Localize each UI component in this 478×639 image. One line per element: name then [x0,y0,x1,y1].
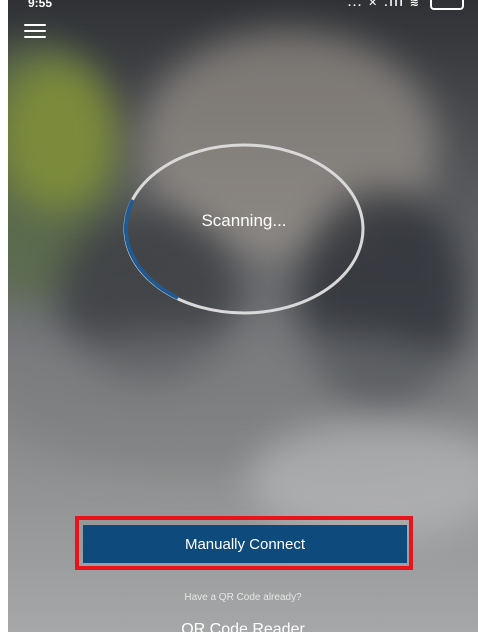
manually-connect-button[interactable]: Manually Connect [83,525,407,563]
scanning-status-text: Scanning... [201,211,287,230]
status-bar: 9:55 ... ✕ .ıll ≋ [8,0,478,14]
status-time: 9:55 [28,0,53,10]
qr-code-prompt: Have a QR Code already? [184,592,302,603]
hamburger-menu-icon[interactable] [24,24,46,40]
battery-icon [430,0,464,11]
qr-code-reader-link[interactable]: QR Code Reader [8,621,478,639]
status-icons: ... ✕ .ıll ≋ [347,0,464,11]
signal-wifi-icons: ... ✕ .ıll ≋ [347,0,421,9]
